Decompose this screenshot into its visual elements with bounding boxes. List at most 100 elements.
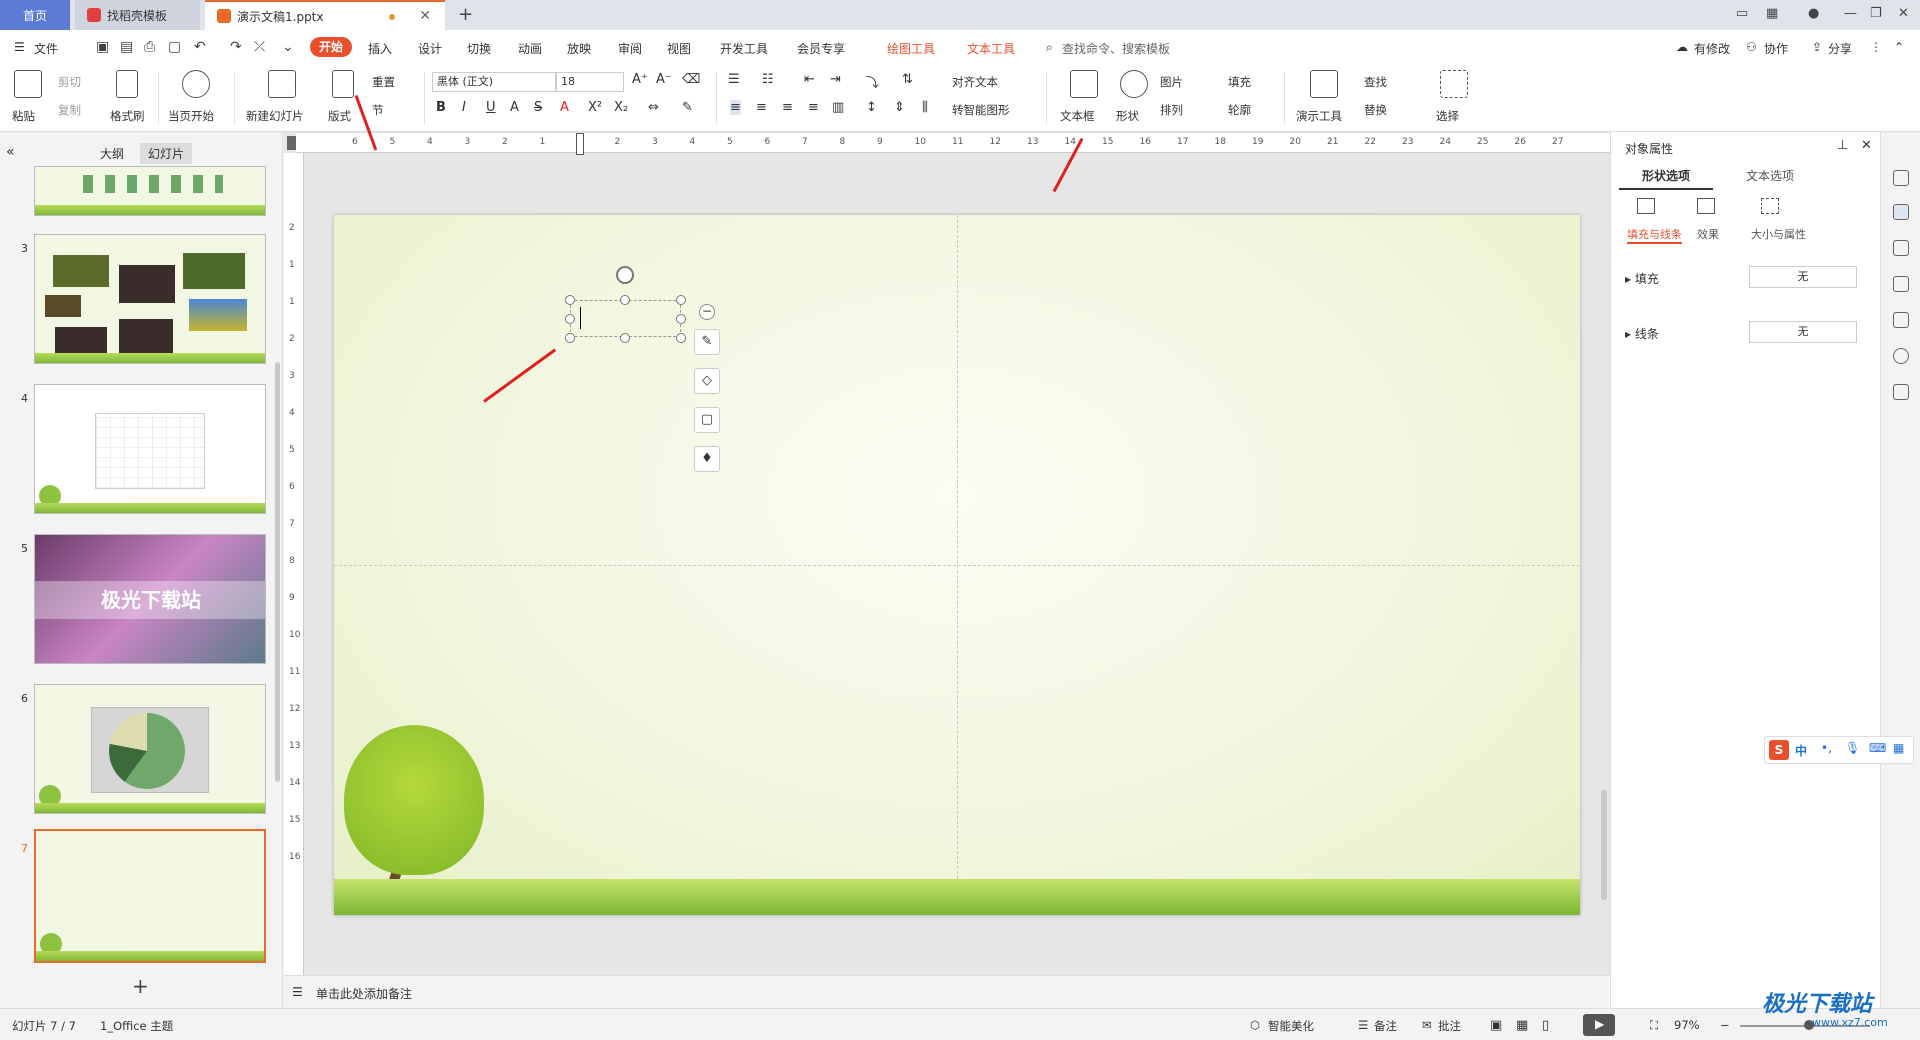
menu-developer[interactable]: 开发工具: [720, 40, 768, 57]
indent-decrease-icon[interactable]: ⇤: [804, 72, 815, 87]
new-slide-icon[interactable]: [268, 70, 296, 98]
subtab-size[interactable]: 大小与属性: [1751, 226, 1806, 242]
outline-button[interactable]: 轮廓: [1228, 102, 1251, 118]
layout-icon[interactable]: ▭: [1736, 6, 1748, 21]
new-tab-button[interactable]: +: [458, 4, 473, 25]
subtab-effect[interactable]: 效果: [1697, 226, 1719, 242]
smart-shape-button[interactable]: 转智能图形: [952, 102, 1010, 118]
font-name-select[interactable]: 黑体 (正文): [432, 72, 556, 92]
fill-dropdown[interactable]: 无: [1749, 266, 1857, 288]
align-text-button[interactable]: 对齐文本: [952, 74, 998, 90]
grid-icon[interactable]: ▦: [1893, 741, 1904, 755]
preview-icon[interactable]: ▢: [168, 39, 181, 55]
ime-toolbar[interactable]: S 中 •, 🎙 ⌨ ▦: [1764, 736, 1914, 764]
tab-shape-options[interactable]: 形状选项: [1619, 164, 1713, 190]
avatar[interactable]: ●: [1808, 6, 1819, 21]
menu-review[interactable]: 审阅: [618, 40, 642, 57]
tab-slides[interactable]: 幻灯片: [140, 143, 193, 164]
reset-button[interactable]: 重置: [372, 74, 395, 90]
theme-name[interactable]: 1_Office 主题: [100, 1018, 173, 1034]
present-tools-icon[interactable]: [1310, 70, 1338, 98]
save-icon[interactable]: ▣: [96, 39, 109, 55]
replace-button[interactable]: 替换: [1364, 102, 1387, 118]
tab-home[interactable]: 首页: [0, 0, 70, 30]
resize-handle[interactable]: [565, 295, 575, 305]
decrease-font-icon[interactable]: A⁻: [656, 72, 672, 87]
sorter-view-icon[interactable]: ▦: [1516, 1018, 1528, 1033]
menu-animation[interactable]: 动画: [518, 40, 542, 57]
increase-font-icon[interactable]: A⁺: [632, 72, 648, 87]
menu-view[interactable]: 视图: [667, 40, 691, 57]
mic-icon[interactable]: 🎙: [1845, 741, 1860, 755]
canvas-scrollbar[interactable]: [1601, 790, 1607, 900]
bullets-icon[interactable]: ☰: [728, 72, 740, 87]
resize-handle[interactable]: [620, 295, 630, 305]
outline-tool-icon[interactable]: ▢: [694, 407, 720, 433]
underline-icon[interactable]: U: [486, 100, 496, 115]
fill-tool-icon[interactable]: ◇: [694, 368, 720, 394]
section-button[interactable]: 节: [372, 102, 384, 118]
slide-thumbnail-2[interactable]: [34, 166, 266, 216]
paste-icon[interactable]: [14, 70, 42, 98]
align-center-icon[interactable]: ≡: [756, 100, 767, 115]
font-size-select[interactable]: 18: [556, 72, 624, 92]
resize-handle[interactable]: [565, 314, 575, 324]
fill-button[interactable]: 填充: [1228, 74, 1251, 90]
book-icon[interactable]: [1893, 384, 1909, 400]
punctuation-icon[interactable]: •,: [1821, 741, 1832, 755]
zoom-level[interactable]: 97%: [1674, 1018, 1700, 1032]
sort-icon[interactable]: ⇅: [902, 72, 913, 87]
resize-handle[interactable]: [676, 295, 686, 305]
select-button[interactable]: 选择: [1436, 108, 1459, 124]
present-tools-button[interactable]: 演示工具: [1296, 108, 1342, 124]
reading-view-icon[interactable]: ▯: [1542, 1018, 1549, 1033]
close-icon[interactable]: ✕: [419, 8, 431, 24]
text-shadow-icon[interactable]: A: [510, 100, 519, 115]
rotate-handle-icon[interactable]: [616, 266, 634, 284]
grid-icon[interactable]: ▦: [1766, 6, 1778, 21]
add-slide-button[interactable]: +: [132, 974, 149, 998]
zoom-out-icon[interactable]: −: [1720, 1018, 1730, 1032]
italic-icon[interactable]: I: [462, 100, 466, 115]
copy-button[interactable]: 复制: [58, 102, 81, 118]
export-pdf-icon[interactable]: ▤: [120, 39, 133, 55]
align-right-icon[interactable]: ≡: [782, 100, 793, 115]
hamburger-icon[interactable]: ☰: [14, 40, 25, 54]
tab-document[interactable]: 演示文稿1.pptx ✕: [205, 0, 445, 30]
font-color-icon[interactable]: A: [560, 100, 569, 115]
slides-icon[interactable]: [1893, 276, 1909, 292]
format-painter-icon[interactable]: [116, 70, 138, 98]
layout-icon[interactable]: [332, 70, 354, 98]
from-current-button[interactable]: 当页开始: [168, 108, 214, 124]
animation-icon[interactable]: [1893, 240, 1909, 256]
resize-handle[interactable]: [620, 333, 630, 343]
line-section[interactable]: ▸ 线条: [1625, 325, 1659, 342]
close-window-icon[interactable]: ✕: [1898, 6, 1909, 21]
subtab-fill-line[interactable]: 填充与线条: [1627, 226, 1682, 244]
edit-style-icon[interactable]: ✎: [694, 329, 720, 355]
collaborate-button[interactable]: 协作: [1764, 40, 1788, 57]
collapse-panel-icon[interactable]: «: [6, 144, 15, 160]
bulb-icon[interactable]: ♦: [694, 446, 720, 472]
format-painter-button[interactable]: 格式刷: [110, 108, 145, 124]
char-spacing-icon[interactable]: ⇔: [648, 100, 659, 115]
size-icon[interactable]: [1761, 198, 1779, 214]
align-left-icon[interactable]: ≡: [730, 100, 741, 115]
resize-handle[interactable]: [676, 333, 686, 343]
more-icon[interactable]: ⋮: [1870, 40, 1882, 54]
collapse-ribbon-icon[interactable]: ⌃: [1894, 40, 1904, 54]
slide-thumbnail-4[interactable]: [34, 384, 266, 514]
normal-view-icon[interactable]: ▣: [1490, 1018, 1502, 1033]
menu-file[interactable]: 文件: [34, 40, 58, 57]
has-changes-button[interactable]: 有修改: [1694, 40, 1730, 57]
superscript-icon[interactable]: X²: [588, 100, 602, 115]
comments-button[interactable]: 批注: [1438, 1018, 1461, 1034]
indent-marker-icon[interactable]: [576, 133, 584, 155]
notes-toggle-button[interactable]: 备注: [1374, 1018, 1397, 1034]
shape-icon[interactable]: [1120, 70, 1148, 98]
magic-icon[interactable]: [1893, 170, 1909, 186]
subscript-icon[interactable]: X₂: [614, 100, 628, 115]
menu-member[interactable]: 会员专享: [797, 40, 845, 57]
shape-button[interactable]: 形状: [1116, 108, 1139, 124]
share-button[interactable]: 分享: [1828, 40, 1852, 57]
